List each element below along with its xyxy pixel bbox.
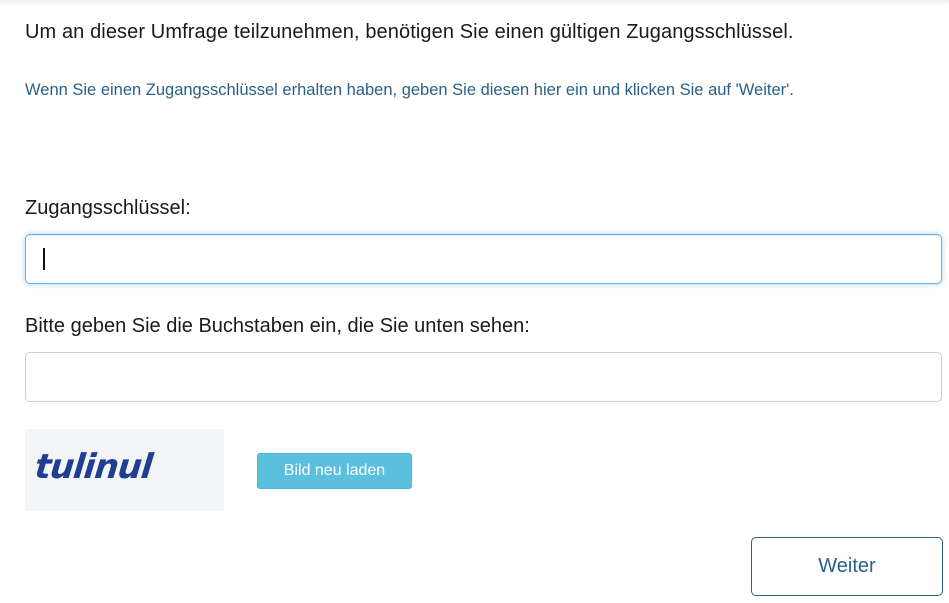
captcha-label: Bitte geben Sie die Buchstaben ein, die … <box>25 315 530 337</box>
text-caret <box>43 248 45 270</box>
reload-image-button[interactable]: Bild neu laden <box>257 453 412 489</box>
captcha-input[interactable] <box>25 352 942 402</box>
captcha-image-graphic: tulinul <box>33 447 156 487</box>
next-button[interactable]: Weiter <box>751 537 943 596</box>
info-text: Wenn Sie einen Zugangsschlüssel erhalten… <box>25 81 794 99</box>
captcha-image: tulinul <box>25 429 224 511</box>
access-key-page: Um an dieser Umfrage teilzunehmen, benöt… <box>0 0 949 603</box>
access-key-input[interactable] <box>25 234 942 284</box>
captcha-text: tulinul <box>33 447 156 487</box>
page-heading: Um an dieser Umfrage teilzunehmen, benöt… <box>25 21 794 43</box>
access-key-label: Zugangsschlüssel: <box>25 197 191 219</box>
top-shadow <box>0 0 949 6</box>
